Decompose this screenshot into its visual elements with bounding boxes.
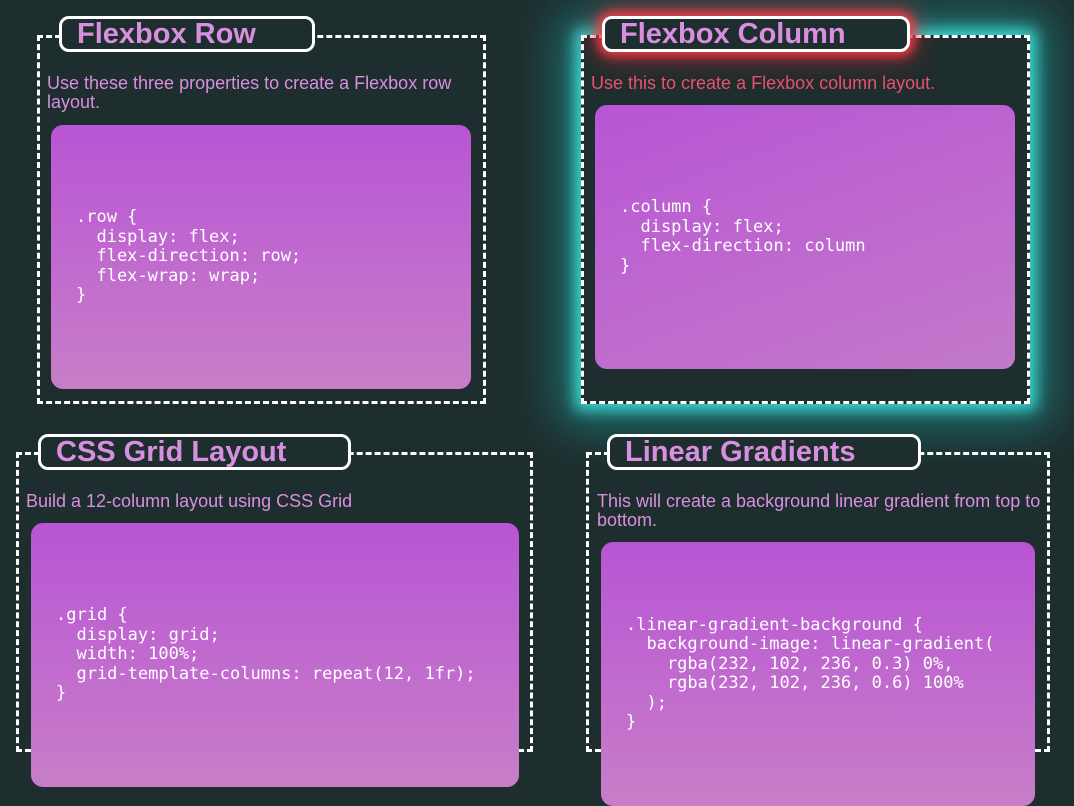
code-text: .grid { display: grid; width: 100%; grid…: [56, 605, 476, 704]
code-snippet-flexbox-column[interactable]: .column { display: flex; flex-direction:…: [595, 105, 1015, 369]
code-snippet-css-grid-layout[interactable]: .grid { display: grid; width: 100%; grid…: [31, 523, 519, 787]
card-description-linear-gradients: This will create a background linear gra…: [597, 491, 1041, 530]
code-text: .row { display: flex; flex-direction: ro…: [76, 207, 302, 306]
code-text: .column { display: flex; flex-direction:…: [620, 197, 866, 276]
card-title-linear-gradients: Linear Gradients: [607, 434, 921, 470]
card-title-flexbox-column: Flexbox Column: [602, 16, 910, 52]
card-description-flexbox-row: Use these three properties to create a F…: [47, 73, 452, 112]
card-title-flexbox-row: Flexbox Row: [59, 16, 315, 52]
code-text: .linear-gradient-background { background…: [626, 614, 995, 732]
card-title-css-grid-layout: CSS Grid Layout: [38, 434, 351, 470]
code-snippet-linear-gradients[interactable]: .linear-gradient-background { background…: [601, 542, 1035, 806]
code-snippet-flexbox-row[interactable]: .row { display: flex; flex-direction: ro…: [51, 125, 471, 389]
card-description-css-grid-layout: Build a 12-column layout using CSS Grid: [26, 491, 353, 511]
card-description-flexbox-column: Use this to create a Flexbox column layo…: [591, 73, 936, 93]
